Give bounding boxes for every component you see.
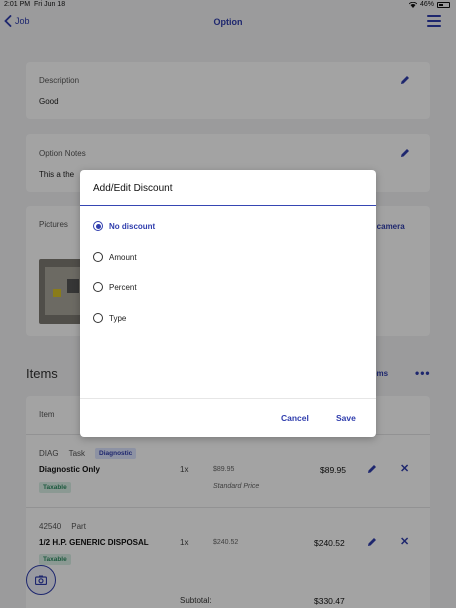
radio-type[interactable]: Type <box>93 313 126 323</box>
radio-unselected-icon <box>93 252 103 262</box>
radio-no-discount[interactable]: No discount <box>93 221 155 231</box>
cancel-button[interactable]: Cancel <box>281 413 309 423</box>
radio-label: Percent <box>109 282 137 292</box>
dialog-title: Add/Edit Discount <box>93 183 173 194</box>
radio-selected-icon <box>93 221 103 231</box>
radio-label: No discount <box>109 221 156 231</box>
save-button[interactable]: Save <box>336 413 356 423</box>
radio-percent[interactable]: Percent <box>93 282 137 292</box>
radio-unselected-icon <box>93 282 103 292</box>
radio-unselected-icon <box>93 313 103 323</box>
radio-amount[interactable]: Amount <box>93 252 137 262</box>
radio-label: Type <box>109 313 127 323</box>
discount-dialog: Add/Edit Discount No discount Amount Per… <box>80 170 376 437</box>
dialog-title-divider <box>80 205 376 206</box>
dialog-footer-divider <box>80 398 376 399</box>
radio-label: Amount <box>109 252 137 262</box>
